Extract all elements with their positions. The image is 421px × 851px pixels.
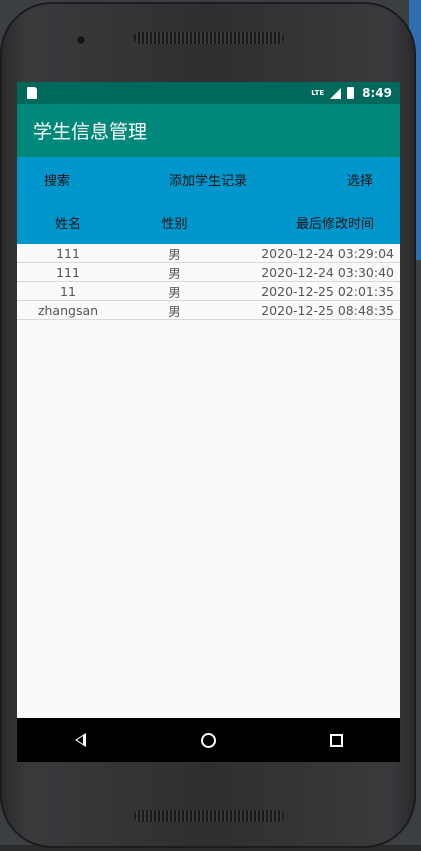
front-camera [76, 35, 86, 45]
bottom-speaker-grille [134, 810, 284, 822]
table-header: 姓名 性别 最后修改时间 [17, 201, 400, 244]
battery-charging-icon [347, 87, 355, 99]
search-button[interactable]: 搜索 [44, 170, 70, 189]
row-gender: 男 [168, 284, 181, 300]
table-row[interactable]: zhangsan 男 2020-12-25 08:48:35 [17, 301, 400, 320]
header-modified-time: 最后修改时间 [295, 217, 374, 232]
recents-icon [329, 733, 343, 747]
action-toolbar: 搜索 添加学生记录 选择 [17, 157, 400, 201]
app-bar: 学生信息管理 [17, 104, 400, 157]
recents-button[interactable] [316, 718, 356, 762]
table-row[interactable]: 11 男 2020-12-25 02:01:35 [17, 282, 400, 301]
sd-card-icon [27, 87, 37, 99]
device-screen: LTE 8:49 学生信息管理 搜索 添加学生记录 选择 姓名 性别 最后修改时… [17, 82, 400, 762]
table-row[interactable]: 111 男 2020-12-24 03:30:40 [17, 263, 400, 282]
table-row[interactable]: 111 男 2020-12-24 03:29:04 [17, 244, 400, 263]
header-name: 姓名 [54, 217, 81, 232]
home-button[interactable] [188, 718, 228, 762]
row-modified-time: 2020-12-25 02:01:35 [261, 283, 394, 299]
navigation-bar [17, 718, 400, 762]
status-bar: LTE 8:49 [17, 82, 400, 104]
signal-icon [330, 87, 342, 99]
row-gender: 男 [168, 246, 181, 262]
status-indicators: LTE 8:49 [311, 86, 392, 100]
back-button[interactable] [61, 718, 101, 762]
row-modified-time: 2020-12-24 03:29:04 [261, 245, 394, 261]
row-name: 11 [60, 283, 76, 299]
row-gender: 男 [168, 265, 181, 281]
status-clock: 8:49 [362, 86, 392, 100]
top-speaker-grille [134, 32, 284, 44]
row-name: 111 [56, 245, 80, 261]
back-icon [75, 733, 87, 747]
row-name: zhangsan [37, 302, 99, 318]
header-gender: 性别 [161, 217, 188, 232]
row-modified-time: 2020-12-24 03:30:40 [261, 264, 394, 280]
add-student-button[interactable]: 添加学生记录 [169, 170, 247, 189]
row-modified-time: 2020-12-25 08:48:35 [261, 302, 394, 318]
select-button[interactable]: 选择 [347, 170, 373, 189]
home-icon [200, 732, 216, 748]
row-gender: 男 [168, 303, 181, 319]
student-list: 111 男 2020-12-24 03:29:04 111 男 2020-12-… [17, 244, 400, 320]
row-name: 111 [56, 264, 80, 280]
app-title: 学生信息管理 [33, 121, 148, 143]
network-type-label: LTE [311, 89, 325, 97]
